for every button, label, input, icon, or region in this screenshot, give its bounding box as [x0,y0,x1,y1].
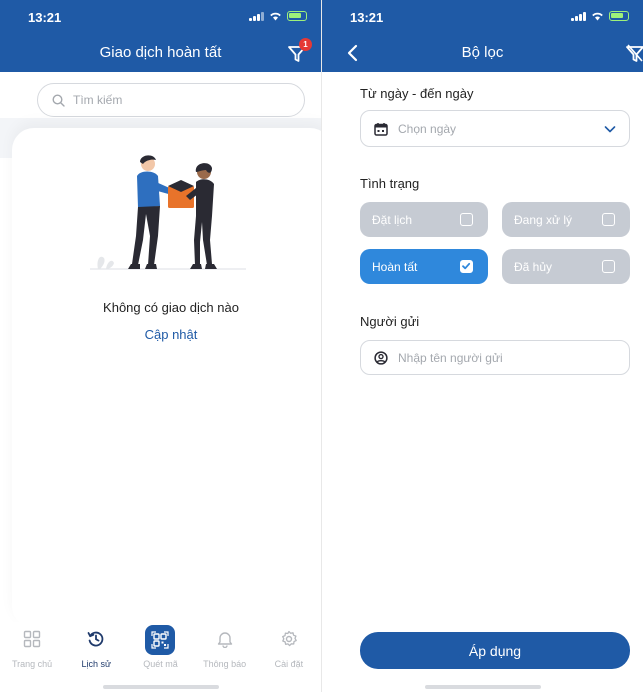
empty-message: Không có giao dịch nào [103,300,239,315]
search-input[interactable] [73,93,273,107]
status-icons [249,11,307,21]
nav-item-scan[interactable]: Quét mã [130,622,190,692]
app-header: 13:21 Giao dịch hoàn tất 1 [0,0,321,72]
nav-label-scan: Quét mã [143,659,178,669]
history-screen: 13:21 Giao dịch hoàn tất 1 Tìm kiếm Khôn… [0,0,321,692]
page-title: Bộ lọc [461,44,504,61]
bottom-nav: Trang chủ Lịch sử Quét mã Thông báo Cài … [0,622,321,692]
signal-icon [571,11,586,21]
filter-header: 13:21 Bộ lọc [322,0,643,72]
filter-button[interactable]: 1 [287,38,312,64]
search-icon [52,93,65,107]
status-option-label: Đã hủy [514,259,553,274]
qr-scan-icon [145,625,176,655]
status-option-cancelled[interactable]: Đã hủy [502,249,630,284]
sender-field[interactable] [360,340,630,375]
status-option-scheduled[interactable]: Đặt lịch [360,202,488,237]
nav-item-settings[interactable]: Cài đặt [259,622,319,692]
signal-icon [249,11,264,21]
page-title: Giao dịch hoàn tất [99,44,222,61]
status-icons [571,11,629,21]
status-option-label: Đang xử lý [514,212,573,227]
search-box[interactable] [37,83,305,117]
sender-label: Người gửi [360,314,420,329]
nav-item-home[interactable]: Trang chủ [2,622,62,692]
calendar-icon [374,122,388,136]
status-option-label: Đặt lịch [372,212,413,227]
date-placeholder: Chọn ngày [398,121,457,136]
filter-badge: 1 [299,38,312,51]
status-option-processing[interactable]: Đang xử lý [502,202,630,237]
grid-icon [21,628,43,650]
status-filter-label: Tình trạng [360,176,420,191]
checkbox[interactable] [460,213,473,226]
chevron-down-icon [604,126,616,133]
checkbox-checked[interactable] [460,260,473,273]
empty-state-illustration [90,155,246,270]
wifi-icon [270,12,281,21]
nav-item-history[interactable]: Lịch sử [66,622,126,692]
nav-label-notifications: Thông báo [203,659,247,669]
bell-icon [214,628,236,650]
apply-button[interactable]: Áp dụng [360,632,630,669]
history-icon [85,628,107,650]
nav-label-home: Trang chủ [11,659,53,669]
gear-icon [278,628,300,650]
status-option-completed[interactable]: Hoàn tất [360,249,488,284]
nav-item-notifications[interactable]: Thông báo [195,622,255,692]
nav-label-history: Lịch sử [81,659,112,669]
nav-label-settings: Cài đặt [274,659,304,669]
date-range-label: Từ ngày - đến ngày [360,86,474,101]
sender-input[interactable] [398,350,608,365]
checkbox[interactable] [602,260,615,273]
status-time: 13:21 [28,10,62,25]
home-indicator [424,685,541,689]
clear-filter-icon[interactable] [625,44,643,64]
date-picker[interactable]: Chọn ngày [360,110,630,147]
wifi-icon [592,12,603,21]
refresh-link[interactable]: Cập nhật [0,327,321,342]
battery-icon [609,11,629,21]
status-time: 13:21 [350,10,384,25]
status-option-label: Hoàn tất [372,259,418,274]
check-icon [462,262,471,270]
filter-screen: 13:21 Bộ lọc Từ ngày - đến ngày Chọn ngà… [322,0,643,692]
battery-icon [287,11,307,21]
user-circle-icon [374,350,388,365]
checkbox[interactable] [602,213,615,226]
home-indicator [102,685,219,689]
